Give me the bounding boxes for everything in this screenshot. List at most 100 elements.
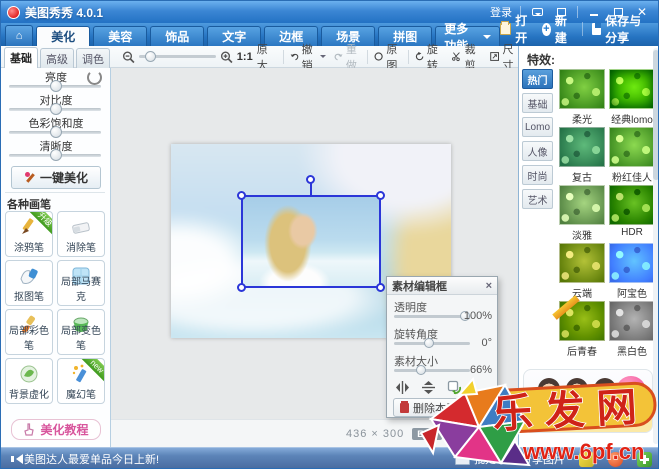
- contrast-slider[interactable]: [9, 108, 101, 111]
- magic-wand-icon: [24, 172, 36, 184]
- status-strip: 436 × 300 EXIF 对比: [111, 419, 518, 447]
- brush-cutout-pen[interactable]: 抠图笔: [5, 260, 53, 306]
- angle-slider[interactable]: [394, 342, 470, 345]
- effect-thumbnail[interactable]: [559, 127, 605, 167]
- effect-thumbnail[interactable]: [609, 301, 655, 341]
- effect-thumbnail[interactable]: [609, 185, 655, 225]
- brush-magic-pen[interactable]: new 魔幻笔: [57, 358, 105, 404]
- flip-horizontal-icon[interactable]: [395, 381, 410, 394]
- zoom-out-icon[interactable]: [122, 50, 135, 64]
- dialog-close-icon[interactable]: ×: [486, 280, 492, 292]
- category-portrait[interactable]: 人像: [522, 141, 553, 161]
- size-slider-thumb[interactable]: [416, 365, 426, 375]
- batch-process-button[interactable]: 批处理: [455, 451, 507, 467]
- saturation-slider-thumb[interactable]: [50, 126, 62, 138]
- saturation-slider[interactable]: [9, 131, 101, 134]
- contrast-slider-thumb[interactable]: [50, 103, 62, 115]
- effect-soft-light[interactable]: 柔光: [557, 69, 607, 126]
- effect-label: 柔光: [557, 111, 607, 126]
- compare-button[interactable]: 对比: [456, 426, 491, 442]
- brush-eraser-pen[interactable]: 消除笔: [57, 211, 105, 257]
- promo-strip: [524, 416, 652, 432]
- category-hot[interactable]: 热门: [522, 69, 553, 89]
- nav-tab-bar: ⌂ 美化 美容 饰品 文字 边框 场景 拼图 更多功能 打开 + 新建 保存与分…: [1, 23, 658, 46]
- promo-banner[interactable]: [523, 369, 653, 433]
- effect-hdr[interactable]: HDR: [607, 185, 657, 238]
- brush-local-recolor-pen[interactable]: 局部变色笔: [57, 309, 105, 355]
- effect-post-youth[interactable]: 后青春: [557, 301, 607, 358]
- flip-vertical-icon[interactable]: [422, 380, 435, 395]
- exif-badge[interactable]: EXIF: [412, 428, 442, 440]
- effects-scrollbar[interactable]: [653, 48, 659, 444]
- new-button[interactable]: + 新建: [542, 12, 572, 46]
- angle-slider-thumb[interactable]: [424, 338, 434, 348]
- effect-thumbnail[interactable]: [609, 127, 655, 167]
- share-picture-button[interactable]: 分享图片: [521, 451, 565, 467]
- sidebar-tab-advanced[interactable]: 高级: [40, 48, 74, 68]
- sharpness-slider-thumb[interactable]: [50, 149, 62, 161]
- material-sticker-image[interactable]: [243, 197, 379, 286]
- brush-local-color-pen[interactable]: 局部彩色笔: [5, 309, 53, 355]
- effect-thumbnail[interactable]: [559, 243, 605, 283]
- effect-pink-lady[interactable]: 粉红佳人: [607, 127, 657, 184]
- dialog-title-bar[interactable]: 素材编辑框 ×: [387, 277, 497, 295]
- size-slider[interactable]: [394, 369, 470, 372]
- save-share-button[interactable]: 保存与分享: [592, 12, 648, 46]
- news-ticker[interactable]: 美图达人最爱单品今日上新!: [24, 451, 159, 467]
- sidebar-tab-basic[interactable]: 基础: [4, 47, 38, 68]
- separator: [408, 50, 409, 64]
- brush-local-mosaic[interactable]: 局部马赛克: [57, 260, 105, 306]
- share-label: 分享图片: [521, 451, 565, 467]
- effect-thumbnail[interactable]: [609, 243, 655, 283]
- category-fashion[interactable]: 时尚: [522, 165, 553, 185]
- zoom-in-icon[interactable]: [220, 50, 233, 64]
- category-lomo[interactable]: Lomo: [522, 117, 553, 137]
- category-basic[interactable]: 基础: [522, 93, 553, 113]
- opacity-slider[interactable]: [394, 315, 470, 318]
- effect-thumbnail[interactable]: [609, 69, 655, 109]
- trash-icon: [400, 403, 409, 413]
- delete-material-button[interactable]: 删除本素材: [393, 398, 475, 417]
- home-tab[interactable]: ⌂: [5, 25, 33, 46]
- app-shortcut-icon-green[interactable]: [637, 452, 652, 467]
- zoom-ratio-label[interactable]: 1:1: [237, 51, 253, 63]
- effect-elegant[interactable]: 淡雅: [557, 185, 607, 242]
- effect-label: HDR: [607, 227, 657, 238]
- effects-scrollbar-thumb[interactable]: [653, 50, 659, 180]
- material-selection-box[interactable]: [241, 195, 381, 288]
- sharpness-slider[interactable]: [9, 154, 101, 157]
- effect-classic-lomo[interactable]: 经典lomo: [607, 69, 657, 126]
- resize-handle-top-right[interactable]: [376, 191, 385, 200]
- app-shortcut-icon-yellow[interactable]: [579, 452, 594, 467]
- resize-handle-bottom-right[interactable]: [376, 283, 385, 292]
- beautify-tutorial-button[interactable]: 美化教程: [11, 419, 101, 440]
- resize-handle-top-left[interactable]: [237, 191, 246, 200]
- zoom-slider[interactable]: [139, 55, 216, 58]
- chevron-down-icon[interactable]: [320, 55, 326, 61]
- resize-handle-bottom-left[interactable]: [237, 283, 246, 292]
- brush-background-blur[interactable]: 背景虚化: [5, 358, 53, 404]
- effect-thumbnail[interactable]: [559, 185, 605, 225]
- bottom-bar: 美图达人最爱单品今日上新! 批处理 分享图片: [1, 447, 659, 469]
- effect-cloud[interactable]: 云端: [557, 243, 607, 300]
- effect-black-white[interactable]: 黑白色: [607, 301, 657, 358]
- hand-pointer-icon: [23, 423, 36, 436]
- sidebar-tab-color[interactable]: 调色: [76, 48, 110, 68]
- app-shortcut-icon-red[interactable]: [608, 452, 623, 467]
- effect-thumbnail[interactable]: [559, 69, 605, 109]
- brush-section-header: 各种画笔: [7, 196, 51, 212]
- effect-abao-color[interactable]: 阿宝色: [607, 243, 657, 300]
- effect-label: 粉红佳人: [607, 169, 657, 184]
- brightness-slider[interactable]: [9, 85, 101, 88]
- brush-label: 局部彩色笔: [6, 322, 52, 352]
- brush-doodle-pen[interactable]: 升级 涂鸦笔: [5, 211, 53, 257]
- brightness-slider-thumb[interactable]: [50, 80, 62, 92]
- category-art[interactable]: 艺术: [522, 189, 553, 209]
- zoom-slider-thumb[interactable]: [145, 51, 156, 62]
- one-key-beautify-button[interactable]: 一键美化: [11, 166, 101, 189]
- tab-beautify[interactable]: 美化: [36, 26, 90, 46]
- rotation-handle[interactable]: [306, 175, 315, 184]
- rotate-material-icon[interactable]: [447, 380, 462, 395]
- compare-label: 对比: [469, 426, 491, 442]
- effect-retro[interactable]: 复古: [557, 127, 607, 184]
